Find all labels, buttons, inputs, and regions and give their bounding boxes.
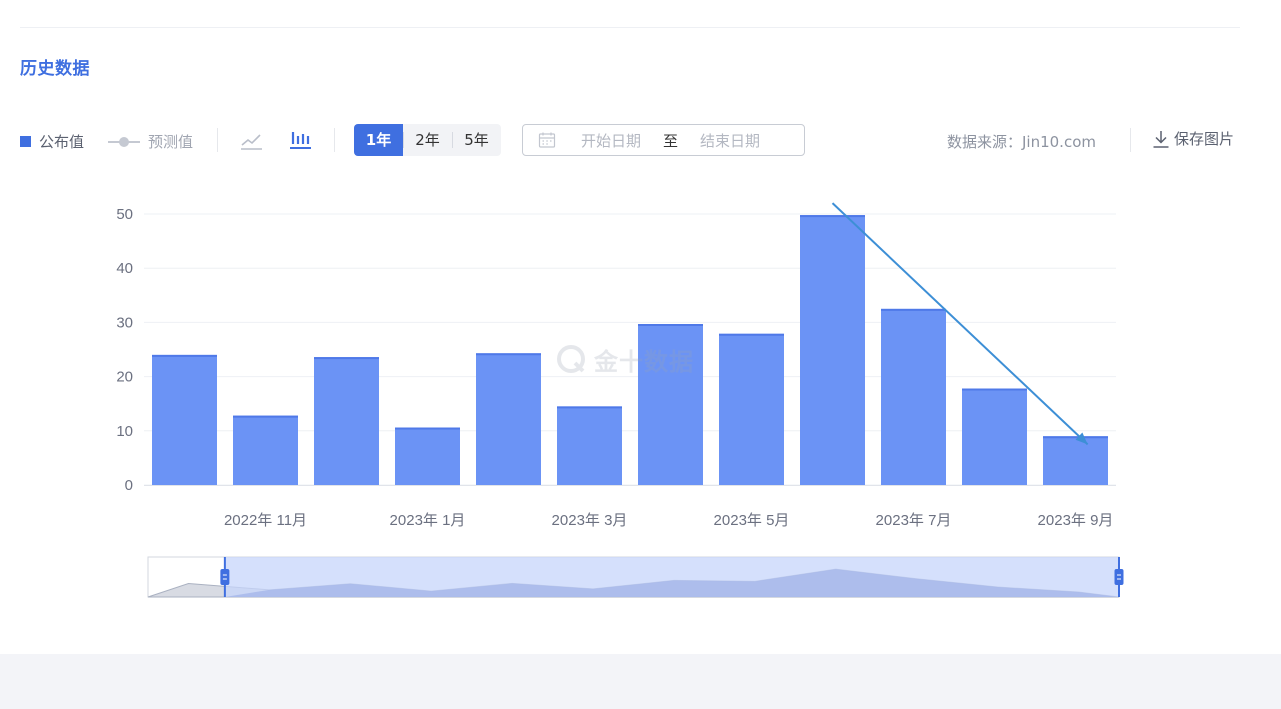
date-range-separator: 至 (663, 131, 679, 150)
section-title: 历史数据 (20, 59, 90, 79)
bar[interactable] (719, 333, 784, 485)
bar-chart-button[interactable] (288, 128, 314, 152)
data-source-label: 数据来源：Jin10.com (947, 133, 1096, 151)
x-tick-label: 2023年 9月 (1038, 512, 1114, 529)
bar[interactable] (1043, 436, 1108, 485)
x-tick-label: 2023年 7月 (876, 512, 952, 529)
bar[interactable] (152, 354, 217, 485)
zoom-handle-grip[interactable] (220, 569, 230, 585)
annotation-arrow-line (831, 202, 1089, 446)
bar[interactable] (395, 427, 460, 485)
legend-published-label: 公布值 (39, 133, 85, 151)
toolbar-divider (217, 128, 218, 152)
bar[interactable] (476, 353, 541, 485)
legend-line-dot-icon (108, 136, 140, 148)
y-tick-label: 30 (116, 314, 133, 331)
legend-forecast-label: 预测值 (148, 133, 194, 151)
zoom-handle-grip[interactable] (1114, 569, 1124, 585)
bar[interactable] (557, 406, 622, 485)
x-tick-label: 2023年 1月 (390, 512, 466, 529)
x-tick-label: 2022年 11月 (224, 512, 307, 529)
bar[interactable] (800, 215, 865, 486)
watermark-logo-icon (557, 344, 585, 373)
download-icon (1153, 130, 1169, 148)
page-footer-band (0, 654, 1281, 709)
bar-chart-icon (290, 132, 311, 149)
range-2y-button[interactable]: 2年 (403, 124, 452, 156)
legend-forecast[interactable]: 预测值 (108, 131, 193, 152)
legend-published[interactable]: 公布值 (20, 131, 84, 152)
save-image-label: 保存图片 (1174, 130, 1235, 148)
line-chart-icon (241, 134, 262, 150)
legend-square-icon (20, 136, 31, 147)
y-tick-label: 50 (116, 206, 133, 223)
y-tick-label: 20 (116, 369, 133, 386)
bar[interactable] (314, 357, 379, 485)
calendar-icon (538, 132, 556, 148)
range-selector: 1年 2年 5年 (354, 124, 501, 156)
start-date-input[interactable]: 开始日期 (581, 130, 641, 151)
end-date-input[interactable]: 结束日期 (700, 130, 760, 151)
x-tick-label: 2023年 5月 (714, 512, 790, 529)
y-tick-label: 0 (125, 477, 133, 494)
bar[interactable] (962, 388, 1027, 485)
range-5y-button[interactable]: 5年 (452, 124, 501, 156)
y-tick-label: 10 (116, 423, 133, 440)
range-1y-button[interactable]: 1年 (354, 124, 403, 156)
toolbar-divider (334, 128, 335, 152)
toolbar-divider (1130, 128, 1131, 152)
bar[interactable] (881, 308, 946, 485)
date-range-picker[interactable]: 开始日期 至 结束日期 (522, 124, 805, 156)
y-tick-label: 40 (116, 260, 133, 277)
chart-toolbar: 公布值 预测值 1年 2年 5年 开始日期 至 结束日期 数据来源：Jin10.… (20, 122, 1240, 158)
watermark: 金十数据 (556, 342, 694, 377)
bar-chart: 0 10 20 30 40 50 2022年 11月 2023年 1月 2023年 3月 2023… (116, 202, 1124, 598)
top-divider (20, 27, 1240, 28)
x-tick-label: 2023年 3月 (552, 512, 628, 529)
watermark-text: 金十数据 (594, 348, 694, 376)
save-image-button[interactable]: 保存图片 (1152, 128, 1234, 149)
line-chart-button[interactable] (239, 128, 265, 152)
bar[interactable] (233, 415, 298, 485)
